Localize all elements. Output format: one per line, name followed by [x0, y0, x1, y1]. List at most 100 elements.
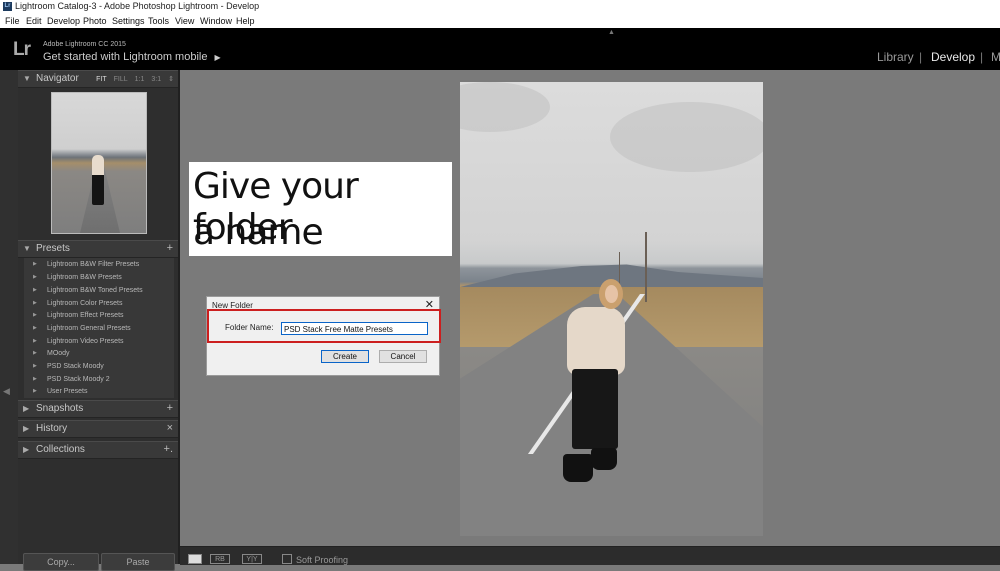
loupe-view-button[interactable]	[188, 554, 202, 564]
history-title: History	[36, 423, 68, 434]
zoom-3-1[interactable]: 3:1	[151, 76, 161, 83]
triangle-down-icon: ▼	[23, 74, 31, 83]
menu-photo[interactable]: Photo	[83, 16, 107, 26]
instruction-callout: Give your folder a name	[189, 162, 452, 256]
preset-folder[interactable]: ▶ Lightroom B&W Toned Presets	[24, 285, 174, 297]
module-separator: |	[919, 50, 923, 64]
preset-folder-label: Lightroom B&W Presets	[47, 274, 122, 281]
preset-folder[interactable]: ▶ MOody	[24, 348, 174, 360]
preset-folder[interactable]: ▶ Lightroom B&W Filter Presets	[24, 259, 174, 271]
snapshots-header[interactable]: ▶ Snapshots +	[18, 400, 178, 418]
compare-view-button[interactable]: Y|Y	[242, 554, 262, 564]
photo-person-boot	[591, 448, 617, 470]
version-label: Adobe Lightroom CC 2015	[43, 41, 126, 48]
module-develop[interactable]: Develop	[931, 50, 975, 64]
expand-arrow-icon: ▶	[33, 338, 37, 344]
menu-window[interactable]: Window	[200, 16, 232, 26]
mobile-link[interactable]: Get started with Lightroom mobile ▶	[43, 51, 221, 63]
menu-bar: File Edit Develop Photo Settings Tools V…	[0, 14, 1000, 28]
menu-help[interactable]: Help	[236, 16, 255, 26]
zoom-1-1[interactable]: 1:1	[135, 76, 145, 83]
photo-cloud	[460, 82, 550, 132]
expand-arrow-icon: ▶	[33, 325, 37, 331]
preset-folder-label: Lightroom Color Presets	[47, 300, 123, 307]
identity-plate: Lr Adobe Lightroom CC 2015 Get started w…	[0, 28, 1000, 70]
preset-folder-label: Lightroom Video Presets	[47, 338, 124, 345]
presets-list: ▶ Lightroom B&W Filter Presets ▶ Lightroom…	[24, 258, 174, 398]
cancel-button[interactable]: Cancel	[379, 350, 427, 363]
add-snapshot-icon[interactable]: +	[167, 402, 173, 414]
add-collection-icon[interactable]: +.	[164, 443, 173, 455]
mobile-link-label: Get started with Lightroom mobile	[43, 51, 208, 63]
preset-folder[interactable]: ▶ User Presets	[24, 386, 174, 398]
triangle-right-icon: ▶	[23, 424, 30, 433]
menu-settings[interactable]: Settings	[112, 16, 145, 26]
zoom-options: FIT FILL 1:1 3:1 ⇕	[89, 75, 174, 83]
navigator-preview[interactable]	[51, 92, 147, 234]
preset-folder[interactable]: ▶ Lightroom Video Presets	[24, 336, 174, 348]
module-map[interactable]: M	[991, 50, 1000, 64]
navigator-title: Navigator	[36, 73, 79, 84]
clear-history-icon[interactable]: ×	[167, 422, 173, 434]
callout-line-2: a name	[193, 212, 324, 253]
bottom-toolbar: RB Y|Y Soft Proofing	[180, 546, 1000, 565]
zoom-fit[interactable]: FIT	[96, 76, 107, 83]
left-panel-edge[interactable]: ◀	[0, 70, 18, 564]
folder-name-label: Folder Name:	[225, 323, 274, 332]
main-photo[interactable]	[460, 82, 763, 536]
preset-folder-label: PSD Stack Moody	[47, 363, 104, 370]
photo-pole	[645, 232, 647, 302]
new-folder-dialog: New Folder ✕ Folder Name: PSD Stack Free…	[206, 296, 441, 376]
preset-folder-label: User Presets	[47, 388, 88, 395]
preset-folder[interactable]: ▶ PSD Stack Moody 2	[24, 374, 174, 386]
navigator-header[interactable]: ▼ Navigator FIT FILL 1:1 3:1 ⇕	[18, 70, 178, 88]
collapse-left-panel-icon[interactable]: ◀	[3, 386, 10, 397]
triangle-right-icon: ▶	[23, 404, 30, 413]
preset-folder[interactable]: ▶ Lightroom General Presets	[24, 323, 174, 335]
before-after-button[interactable]: RB	[210, 554, 230, 564]
photo-person-face	[605, 285, 618, 303]
triangle-right-icon: ▶	[23, 445, 30, 454]
menu-edit[interactable]: Edit	[26, 16, 42, 26]
menu-view[interactable]: View	[175, 16, 194, 26]
expand-arrow-icon: ▶	[33, 363, 37, 369]
expand-arrow-icon: ▶	[33, 350, 37, 356]
menu-tools[interactable]: Tools	[148, 16, 169, 26]
zoom-fill[interactable]: FILL	[114, 76, 128, 83]
create-button[interactable]: Create	[321, 350, 369, 363]
photo-cloud	[610, 102, 763, 172]
preset-folder-label: Lightroom General Presets	[47, 325, 131, 332]
expand-arrow-icon: ▶	[33, 312, 37, 318]
menu-develop[interactable]: Develop	[47, 16, 80, 26]
window-title: Lightroom Catalog-3 - Adobe Photoshop Li…	[15, 1, 260, 11]
preset-folder-label: Lightroom B&W Toned Presets	[47, 287, 143, 294]
preview-person	[92, 155, 104, 205]
paste-settings-button[interactable]: Paste	[101, 553, 175, 571]
soft-proofing-toggle[interactable]: Soft Proofing	[282, 554, 348, 565]
preset-folder[interactable]: ▶ Lightroom Color Presets	[24, 298, 174, 310]
preset-folder[interactable]: ▶ Lightroom Effect Presets	[24, 310, 174, 322]
folder-name-input[interactable]: PSD Stack Free Matte Presets	[281, 322, 428, 335]
expand-arrow-icon: ▶	[33, 300, 37, 306]
photo-person-boot	[563, 454, 593, 482]
chevron-right-icon: ▶	[214, 53, 221, 62]
history-header[interactable]: ▶ History ×	[18, 420, 178, 438]
zoom-menu-icon[interactable]: ⇕	[168, 76, 174, 83]
lightroom-logo: Lr	[13, 39, 31, 60]
collections-header[interactable]: ▶ Collections +.	[18, 441, 178, 459]
module-library[interactable]: Library	[877, 50, 914, 64]
snapshots-title: Snapshots	[36, 403, 84, 414]
window-titlebar: Lr Lightroom Catalog-3 - Adobe Photoshop…	[0, 0, 1000, 14]
expand-arrow-icon: ▶	[33, 261, 37, 267]
preset-folder[interactable]: ▶ Lightroom B&W Presets	[24, 272, 174, 284]
add-preset-icon[interactable]: +	[167, 242, 173, 254]
expand-arrow-icon: ▶	[33, 388, 37, 394]
presets-header[interactable]: ▼ Presets +	[18, 240, 178, 258]
left-panel: ▼ Navigator FIT FILL 1:1 3:1 ⇕ ▼ Presets + ▶…	[18, 70, 178, 564]
collapse-top-panel-icon[interactable]: ▲	[608, 29, 615, 36]
preset-folder[interactable]: ▶ PSD Stack Moody	[24, 361, 174, 373]
collections-title: Collections	[36, 444, 85, 455]
copy-settings-button[interactable]: Copy...	[23, 553, 99, 571]
menu-file[interactable]: File	[5, 16, 20, 26]
triangle-down-icon: ▼	[23, 244, 31, 253]
